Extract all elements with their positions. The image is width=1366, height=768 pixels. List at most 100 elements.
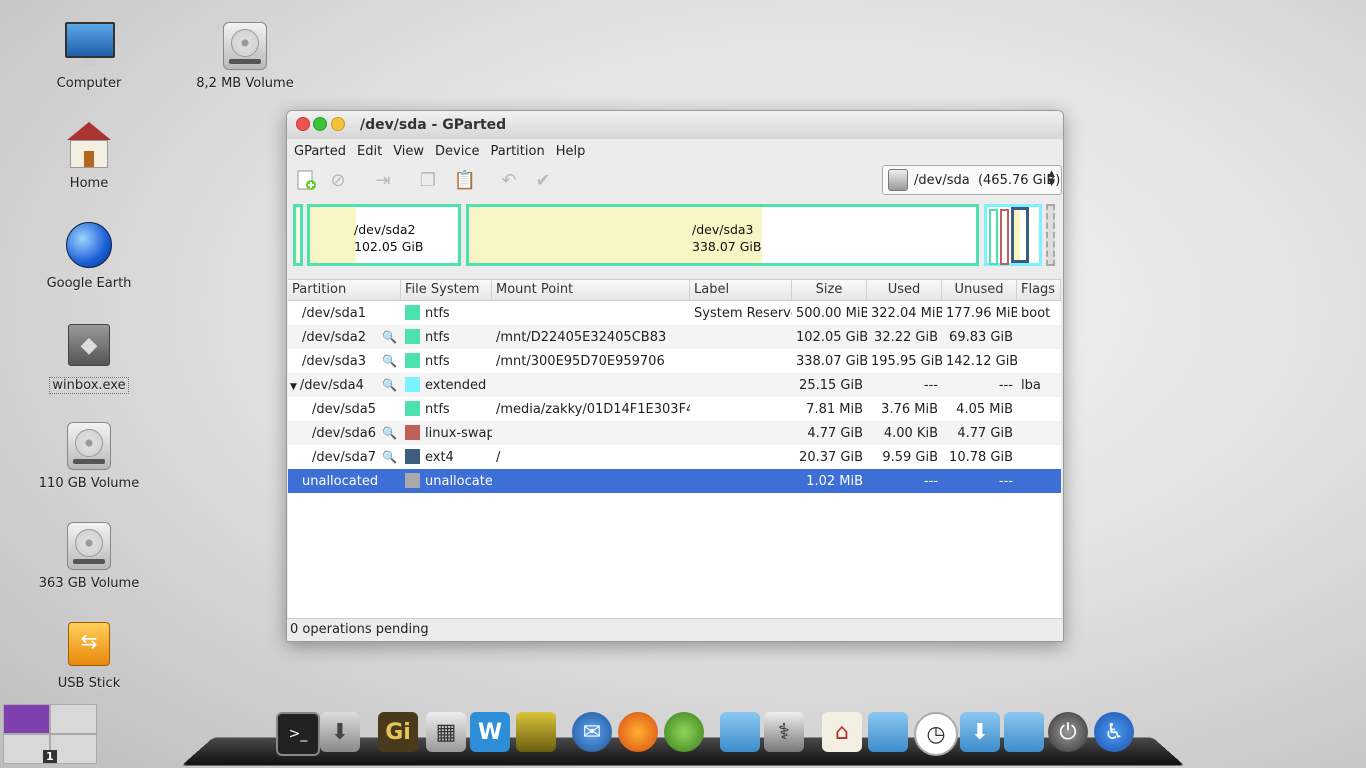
status-bar: 0 operations pending — [287, 618, 1063, 641]
downloads-folder-icon[interactable]: ⬇ — [960, 712, 1000, 752]
thunderbird-icon[interactable]: ✉ — [572, 712, 612, 752]
cell-unused: 4.05 MiB — [956, 401, 1013, 417]
hard-drive-icon — [65, 522, 113, 570]
cell-partition: /dev/sda3 🔍 — [288, 354, 401, 369]
cell-used: 195.95 GiB — [871, 353, 942, 369]
table-row[interactable]: /dev/sda7 🔍 ext4 / 20.37 GiB 9.59 GiB 10.… — [288, 445, 1061, 469]
writer-icon[interactable]: W — [470, 712, 510, 752]
folder-icon[interactable] — [720, 712, 760, 752]
cell-file-system: ext4 — [401, 449, 492, 465]
folder-icon[interactable] — [868, 712, 908, 752]
minimize-button[interactable] — [331, 117, 345, 131]
desktop-icon-google-earth[interactable]: Google Earth — [29, 222, 149, 291]
desktop-icon-label: Google Earth — [46, 276, 132, 291]
cell-file-system: ntfs — [401, 329, 492, 345]
home-icon[interactable]: ⌂ — [822, 712, 862, 752]
cell-fs-text: ext4 — [425, 450, 454, 465]
menu-device[interactable]: Device — [431, 144, 483, 159]
menu-gparted[interactable]: GParted — [290, 144, 350, 159]
gparted-window: /dev/sda - GParted GParted Edit View Dev… — [286, 110, 1064, 642]
table-row[interactable]: ▼/dev/sda4 🔍 extended 25.15 GiB --- --- l… — [288, 373, 1061, 397]
menu-partition[interactable]: Partition — [487, 144, 549, 159]
table-row[interactable]: /dev/sda5 ntfs /media/zakky/01D14F1E303F… — [288, 397, 1061, 421]
column-header-mount-point[interactable]: Mount Point — [492, 280, 690, 300]
column-header-flags[interactable]: Flags — [1017, 280, 1061, 300]
workspace-4[interactable] — [50, 734, 97, 764]
apple-icon[interactable] — [230, 712, 270, 752]
usb-drive-icon: ⇆ — [65, 622, 113, 670]
diskmap-sda3[interactable]: /dev/sda3 338.07 GiB — [466, 204, 979, 266]
clock-icon[interactable]: ◷ — [914, 712, 958, 756]
desktop-icon-label: Computer — [56, 76, 122, 91]
cell-fs-text: extended — [425, 378, 487, 393]
diskmap-sda3-name: /dev/sda3 — [692, 222, 754, 237]
cell-size: 20.37 GiB — [799, 449, 863, 465]
close-button[interactable] — [296, 117, 310, 131]
folder-icon[interactable] — [1004, 712, 1044, 752]
diskmap-unallocated[interactable] — [1046, 204, 1055, 266]
menu-help[interactable]: Help — [552, 144, 590, 159]
cell-size: 4.77 GiB — [807, 425, 863, 441]
workspace-switcher: 1 — [3, 704, 97, 764]
menu-edit[interactable]: Edit — [353, 144, 386, 159]
diskmap-sda1[interactable] — [293, 204, 303, 266]
desktop-icon-winbox[interactable]: ◆ winbox.exe — [29, 322, 149, 394]
pidgin-icon[interactable] — [664, 712, 704, 752]
cell-used: 3.76 MiB — [881, 401, 938, 417]
workspace-1[interactable] — [3, 704, 50, 734]
undo-icon[interactable]: ↶ — [496, 167, 522, 193]
expander-triangle-icon[interactable]: ▼ — [290, 382, 297, 392]
gimp-icon[interactable]: Gi — [378, 712, 418, 752]
desktop-icon-computer[interactable]: Computer — [29, 22, 149, 91]
desktop-icon-volume-110gb[interactable]: 110 GB Volume — [29, 422, 149, 491]
mounted-key-icon: 🔍 — [382, 377, 397, 392]
table-row[interactable]: /dev/sda2 🔍 ntfs /mnt/D22405E32405CB83 10… — [288, 325, 1061, 349]
delete-partition-icon[interactable]: ⊘ — [325, 167, 351, 193]
cell-used: --- — [923, 473, 938, 489]
diskmap-sda2[interactable]: /dev/sda2 102.05 GiB — [307, 204, 461, 266]
image-viewer-icon[interactable] — [516, 712, 556, 752]
copy-icon[interactable]: ❐ — [415, 167, 441, 193]
desktop-icon-home[interactable]: Home — [29, 122, 149, 191]
maximize-button[interactable] — [313, 117, 327, 131]
column-header-size[interactable]: Size — [792, 280, 867, 300]
table-row-selected[interactable]: unallocated unallocated 1.02 MiB --- --- — [288, 469, 1061, 493]
apply-icon[interactable]: ✔ — [530, 167, 556, 193]
fs-color-swatch — [405, 449, 420, 464]
table-row[interactable]: /dev/sda1 ntfs System Reserved 500.00 Mi… — [288, 301, 1061, 325]
title-bar[interactable]: /dev/sda - GParted — [287, 111, 1063, 139]
workspace-2[interactable] — [50, 704, 97, 734]
column-header-file-system[interactable]: File System — [401, 280, 492, 300]
resize-move-icon[interactable]: ⇥ — [370, 167, 396, 193]
firefox-icon[interactable] — [618, 712, 658, 752]
device-selector[interactable]: /dev/sda (465.76 GiB) ▲ ▼ — [882, 165, 1062, 195]
mounted-key-icon: 🔍 — [382, 329, 397, 344]
menu-view[interactable]: View — [389, 144, 428, 159]
column-header-used[interactable]: Used — [867, 280, 942, 300]
installer-icon[interactable]: ⬇ — [320, 712, 360, 752]
desktop-icon-volume-363gb[interactable]: 363 GB Volume — [29, 522, 149, 591]
cell-fs-text: ntfs — [425, 306, 450, 321]
calculator-icon[interactable]: ▦ — [426, 712, 466, 752]
cell-size: 102.05 GiB — [796, 329, 867, 345]
desktop-icon-volume-8mb[interactable]: 8,2 MB Volume — [185, 22, 305, 91]
disk-utility-icon[interactable]: ⚕ — [764, 712, 804, 752]
cell-partition-text: /dev/sda6 — [312, 425, 376, 441]
column-header-label[interactable]: Label — [690, 280, 792, 300]
column-header-unused[interactable]: Unused — [942, 280, 1017, 300]
desktop-icon-usb-stick[interactable]: ⇆ USB Stick — [29, 622, 149, 691]
column-header-partition[interactable]: Partition — [288, 280, 401, 300]
cell-unused: 4.77 GiB — [957, 425, 1013, 441]
power-icon[interactable]: ⏻ — [1048, 712, 1088, 752]
new-partition-icon[interactable] — [293, 167, 319, 193]
table-header: Partition File System Mount Point Label … — [288, 280, 1061, 301]
paste-icon[interactable]: 📋 — [452, 167, 478, 193]
menu-bar: GParted Edit View Device Partition Help — [287, 139, 1063, 163]
terminal-icon[interactable]: >_ — [276, 712, 320, 756]
diskmap-sda4-extended[interactable] — [984, 204, 1042, 266]
accessibility-icon[interactable]: ♿ — [1094, 712, 1134, 752]
table-row[interactable]: /dev/sda3 🔍 ntfs /mnt/300E95D70E959706 33… — [288, 349, 1061, 373]
fs-color-swatch — [405, 353, 420, 368]
table-row[interactable]: /dev/sda6 🔍 linux-swap 4.77 GiB 4.00 KiB … — [288, 421, 1061, 445]
cell-fs-text: ntfs — [425, 402, 450, 417]
